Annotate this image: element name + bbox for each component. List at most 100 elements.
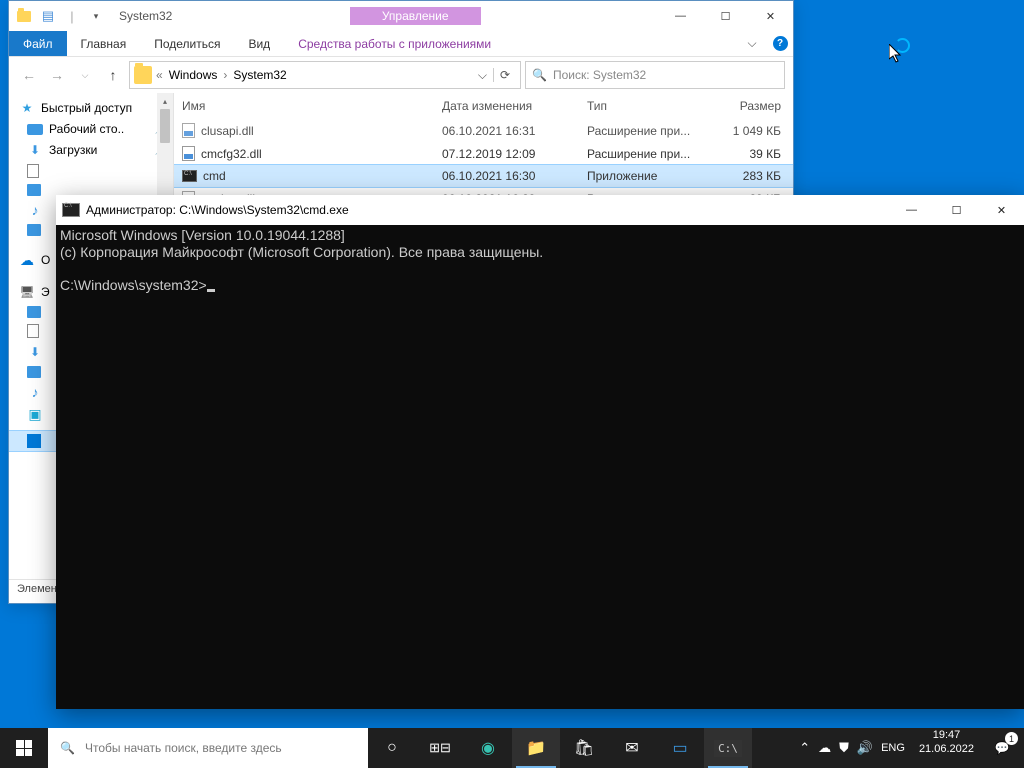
clock-date: 21.06.2022 — [919, 742, 974, 756]
tab-share[interactable]: Поделиться — [140, 31, 234, 56]
cloud-icon: ☁ — [19, 252, 35, 268]
column-headers: Имя Дата изменения Тип Размер — [174, 93, 793, 119]
music-icon: ♪ — [27, 384, 43, 400]
nav-recent-icon[interactable]: ⌵ — [73, 63, 97, 87]
search-icon: 🔍 — [532, 68, 547, 82]
store-icon: 🛍 — [574, 738, 594, 758]
tab-file[interactable]: Файл — [9, 31, 67, 56]
videos-icon — [27, 306, 41, 318]
term-prompt: C:\Windows\system32> — [60, 277, 207, 293]
maximize-button[interactable]: ☐ — [934, 195, 979, 225]
music-icon: ♪ — [27, 202, 43, 218]
col-date[interactable]: Дата изменения — [434, 95, 579, 117]
action-center-button[interactable]: 💬 1 — [980, 728, 1024, 768]
photos-icon: ▭ — [672, 738, 687, 758]
sidebar-desktop[interactable]: Рабочий сто..📌 — [9, 119, 173, 139]
3d-icon: ▣ — [27, 406, 43, 422]
cortana-button[interactable]: ○ — [368, 728, 416, 768]
ribbon-expand-icon[interactable]: ⌵ — [737, 31, 767, 56]
file-row[interactable]: cmd06.10.2021 16:30Приложение283 КБ — [174, 165, 793, 187]
qat-chevron-icon[interactable]: ▾ — [85, 5, 107, 27]
tab-home[interactable]: Главная — [67, 31, 141, 56]
sidebar-label: O — [41, 253, 50, 267]
taskbar-edge[interactable]: ◉ — [464, 728, 512, 768]
star-icon: ★ — [19, 100, 35, 116]
taskbar-mail[interactable]: ✉ — [608, 728, 656, 768]
properties-icon[interactable]: ▤ — [37, 5, 59, 27]
file-row[interactable]: clusapi.dll 06.10.2021 16:31Расширение пр… — [174, 119, 793, 142]
volume-icon[interactable]: 🔊 — [857, 740, 873, 756]
edge-icon: ◉ — [481, 738, 495, 758]
nav-back-button[interactable]: ← — [17, 63, 41, 87]
sidebar-downloads[interactable]: ⬇Загрузки📌 — [9, 139, 173, 161]
taskbar: 🔍Чтобы начать поиск, введите здесь ○ ⊞⊟ … — [0, 728, 1024, 768]
close-button[interactable]: ✕ — [748, 1, 793, 31]
file-type: Расширение при... — [579, 122, 719, 140]
taskview-button[interactable]: ⊞⊟ — [416, 728, 464, 768]
help-button[interactable]: ? — [767, 31, 793, 56]
folder-icon — [134, 66, 152, 84]
taskbar-search[interactable]: 🔍Чтобы начать поиск, введите здесь — [48, 728, 368, 768]
dll-icon — [182, 146, 195, 161]
minimize-button[interactable]: ― — [889, 195, 934, 225]
search-icon: 🔍 — [60, 741, 75, 755]
refresh-button[interactable]: ⟳ — [493, 68, 516, 82]
download-icon: ⬇ — [27, 142, 43, 158]
address-bar: ← → ⌵ ↑ « Windows › System32 ⌵ ⟳ 🔍 Поиск… — [9, 57, 793, 93]
file-size: 283 КБ — [719, 167, 789, 185]
dll-icon — [182, 123, 195, 138]
start-button[interactable] — [0, 728, 48, 768]
file-row[interactable]: cmcfg32.dll07.12.2019 12:09Расширение пр… — [174, 142, 793, 165]
language-indicator[interactable]: ENG — [881, 742, 905, 754]
file-size: 39 КБ — [719, 145, 789, 163]
col-size[interactable]: Размер — [719, 95, 789, 117]
search-box[interactable]: 🔍 Поиск: System32 — [525, 61, 785, 89]
file-date: 07.12.2019 12:09 — [434, 145, 579, 163]
breadcrumb-seg[interactable]: System32 — [227, 68, 292, 82]
sidebar-item[interactable] — [9, 161, 173, 181]
cmd-titlebar[interactable]: Администратор: C:\Windows\System32\cmd.e… — [56, 195, 1024, 225]
taskview-icon: ⊞⊟ — [429, 740, 451, 756]
notification-badge: 1 — [1005, 732, 1018, 745]
status-text: Элемен — [17, 583, 57, 595]
breadcrumb-seg[interactable]: Windows — [163, 68, 224, 82]
documents-icon — [27, 164, 39, 178]
breadcrumb-dropdown-icon[interactable]: ⌵ — [472, 68, 493, 83]
col-name[interactable]: Имя — [174, 95, 434, 117]
videos-icon — [27, 224, 41, 236]
taskbar-explorer[interactable]: 📁 — [512, 728, 560, 768]
breadcrumb[interactable]: « Windows › System32 ⌵ ⟳ — [129, 61, 521, 89]
folder-icon: 📁 — [526, 738, 546, 758]
ribbon: Файл Главная Поделиться Вид Средства раб… — [9, 31, 793, 57]
sidebar-label: Быстрый доступ — [41, 101, 132, 115]
cmd-window: Администратор: C:\Windows\System32\cmd.e… — [56, 195, 1024, 709]
security-icon[interactable]: ⛊ — [839, 740, 849, 756]
nav-forward-button: → — [45, 63, 69, 87]
breadcrumb-sep-icon[interactable]: « — [156, 68, 163, 82]
file-date: 06.10.2021 16:30 — [434, 167, 579, 185]
file-name: clusapi.dll — [201, 124, 254, 138]
maximize-button[interactable]: ☐ — [703, 1, 748, 31]
sidebar-quick-access[interactable]: ★ Быстрый доступ — [9, 97, 173, 119]
pictures-icon — [27, 366, 41, 378]
sidebar-label: Загрузки — [49, 143, 97, 157]
nav-up-button[interactable]: ↑ — [101, 63, 125, 87]
col-type[interactable]: Тип — [579, 95, 719, 117]
tray-chevron-icon[interactable]: ⌃ — [799, 740, 810, 756]
taskbar-clock[interactable]: 19:47 21.06.2022 — [913, 728, 980, 768]
terminal-output[interactable]: Microsoft Windows [Version 10.0.19044.12… — [56, 225, 1024, 709]
taskbar-photos[interactable]: ▭ — [656, 728, 704, 768]
tab-tools[interactable]: Средства работы с приложениями — [284, 31, 505, 56]
mail-icon: ✉ — [625, 738, 638, 758]
titlebar[interactable]: ▤ | ▾ System32 Управление ― ☐ ✕ — [9, 1, 793, 31]
close-button[interactable]: ✕ — [979, 195, 1024, 225]
tab-view[interactable]: Вид — [234, 31, 284, 56]
taskbar-cmd[interactable]: C:\ — [704, 728, 752, 768]
mouse-cursor — [889, 44, 903, 64]
taskbar-store[interactable]: 🛍 — [560, 728, 608, 768]
onedrive-icon[interactable]: ☁ — [818, 740, 831, 756]
sidebar-label: Э — [41, 285, 50, 299]
file-name: cmcfg32.dll — [201, 147, 262, 161]
file-date: 06.10.2021 16:31 — [434, 122, 579, 140]
minimize-button[interactable]: ― — [658, 1, 703, 31]
